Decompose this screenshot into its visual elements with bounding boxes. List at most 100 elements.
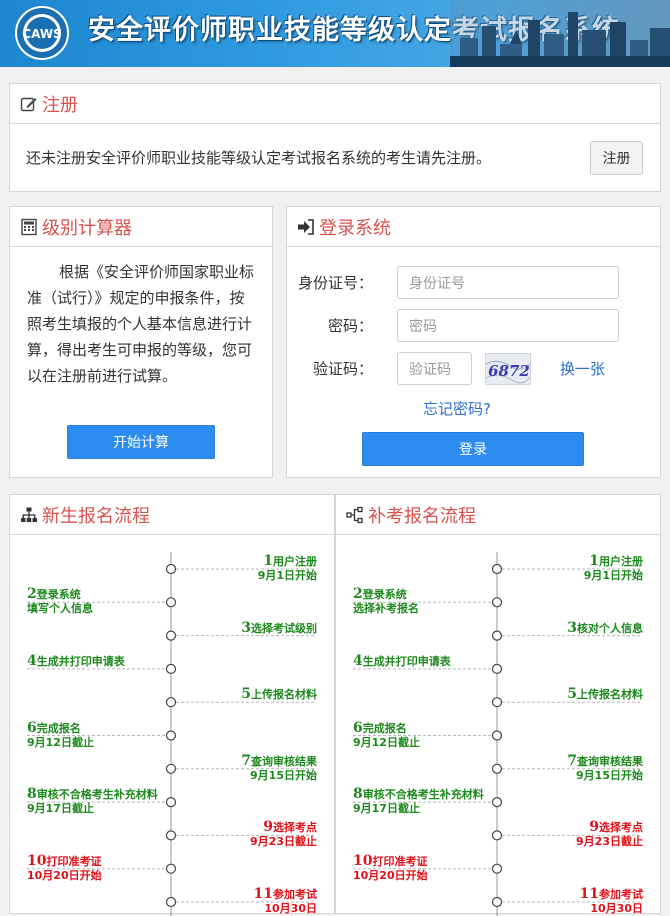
flow-step-number: 2: [353, 586, 363, 603]
flow-step-label: 选择考点: [273, 821, 317, 835]
flow-step-number: 2: [27, 586, 37, 603]
flow-step-number: 10: [353, 852, 373, 869]
flow-step-number: 9: [263, 819, 273, 836]
flow-step-label: 完成报名: [36, 721, 81, 735]
flow-step: 9选择考点 9月23日截止: [250, 820, 317, 849]
timeline-node: [165, 863, 177, 874]
flow-step-label: 打印准考证: [46, 854, 102, 868]
timeline-node: [491, 730, 503, 741]
register-panel-header: 注册: [10, 84, 660, 124]
flow-step-note: 10月30日: [264, 902, 317, 915]
flow-step-note: 9月15日开始: [576, 768, 643, 782]
flow-step: 1用户注册 9月1日开始: [258, 554, 317, 583]
timeline-node: [165, 830, 177, 841]
flow-step: 7查询审核结果 9月15日开始: [241, 754, 317, 783]
sitemap-icon: [21, 507, 37, 522]
flow-step: 2登录系统 填写个人信息: [27, 587, 93, 616]
flow-step-number: 11: [253, 886, 273, 902]
password-input[interactable]: 密码: [397, 309, 619, 342]
city-skyline-decoration: [450, 0, 670, 67]
flow-step: 10打印准考证 10月20日开始: [27, 854, 102, 883]
flow-step-number: 1: [589, 553, 599, 569]
start-calculate-button[interactable]: 开始计算: [67, 425, 215, 459]
flow-step: 10打印准考证 10月20日开始: [353, 854, 428, 883]
timeline-node: [491, 797, 503, 808]
login-button[interactable]: 登录: [362, 432, 584, 466]
flow-step-number: 1: [263, 553, 273, 569]
flow-step-label: 审核不合格考生补充材料: [362, 788, 484, 802]
captcha-label: 验证码：: [312, 360, 373, 378]
new-flow-timeline: 1用户注册 9月1日开始 2登录系统 填写个人信息 3选择考试级别 4生成并打印申请表 5上…: [10, 536, 334, 916]
timeline-node: [165, 663, 177, 674]
captcha-input[interactable]: 验证码: [397, 352, 472, 385]
timeline-node: [165, 563, 177, 575]
flow-step: 9选择考点 9月23日截止: [576, 820, 643, 849]
flow-step-number: 5: [567, 686, 577, 703]
flow-step-label: 参加考试: [599, 888, 643, 901]
flow-step: 7查询审核结果 9月15日开始: [567, 754, 643, 783]
flow-step-label: 核对个人信息: [577, 621, 643, 635]
calculator-panel-header: 级别计算器: [10, 207, 272, 247]
captcha-image[interactable]: 6872: [485, 352, 531, 385]
flow-step-label: 生成并打印申请表: [362, 654, 451, 668]
register-message: 还未注册安全评价师职业技能等级认定考试报名系统的考生请先注册。: [26, 149, 492, 167]
flow-step-number: 3: [241, 619, 251, 636]
flow-step-note: 9月15日开始: [250, 768, 317, 782]
flow-step-label: 选择考试级别: [251, 621, 317, 635]
register-panel: 注册 还未注册安全评价师职业技能等级认定考试报名系统的考生请先注册。 注册: [9, 83, 661, 192]
flow-step-label: 审核不合格考生补充材料: [36, 788, 158, 802]
forgot-password-link[interactable]: 忘记密码?: [423, 398, 491, 419]
refresh-captcha-link[interactable]: 换一张: [560, 358, 605, 379]
flow-step-note: 10月20日开始: [27, 868, 102, 882]
timeline-node: [491, 597, 503, 608]
flow-step-note: 10月20日开始: [353, 868, 428, 882]
flow-step-number: 7: [567, 752, 577, 769]
timeline-node: [491, 763, 503, 774]
timeline-node: [491, 563, 503, 575]
login-panel-header: 登录系统: [287, 207, 660, 247]
flow-step-label: 完成报名: [362, 721, 407, 735]
makeup-flow-title: 补考报名流程: [368, 505, 476, 527]
edit-icon: [20, 97, 37, 111]
flow-step-number: 6: [353, 719, 363, 736]
timeline-node: [165, 896, 177, 908]
flow-step-label: 用户注册: [599, 555, 643, 568]
flow-step: 8审核不合格考生补充材料 9月17日截止: [27, 787, 158, 816]
flow-step-label: 登录系统: [36, 588, 81, 602]
timeline-node: [165, 697, 177, 708]
timeline-node: [165, 730, 177, 741]
timeline-node: [165, 797, 177, 808]
flow-step-note: 9月12日截止: [353, 735, 420, 749]
flow-step: 6完成报名 9月12日截止: [353, 721, 420, 750]
register-button[interactable]: 注册: [590, 140, 643, 175]
flow-step-number: 11: [579, 886, 599, 902]
id-number-input[interactable]: 身份证号: [397, 266, 619, 299]
new-registration-flow-panel: 新生报名流程 1用户注册 9月1日开始 2登录系统 填写个人信息 3选择考试级别 4生成并…: [9, 494, 335, 916]
makeup-registration-flow-panel: 补考报名流程 1用户注册 9月1日开始 2登录系统 选择补考报名 3核对个人信息 4生成并…: [335, 494, 661, 916]
captcha-text: 6872: [488, 362, 530, 380]
flow-step-note: 选择补考报名: [353, 602, 419, 616]
makeup-flow-timeline: 1用户注册 9月1日开始 2登录系统 选择补考报名 3核对个人信息 4生成并打印申请表 5上…: [336, 536, 660, 916]
flow-step-label: 上传报名材料: [577, 688, 643, 702]
flow-step-note: 9月17日截止: [353, 802, 420, 816]
flow-step-label: 参加考试: [273, 888, 317, 901]
flow-step-note: 填写个人信息: [27, 602, 93, 616]
login-panel: 登录系统 身份证号： 身份证号 密码： 密码 验证码： 验证码 6872 换一张…: [286, 206, 661, 478]
timeline-node: [491, 663, 503, 674]
flow-step-number: 8: [353, 786, 363, 803]
flow-step: 11参加考试 10月30日: [254, 887, 317, 916]
caws-logo: CAWS: [15, 6, 69, 60]
flow-step-note: 9月1日开始: [257, 569, 317, 582]
flow-step-number: 4: [27, 652, 37, 669]
flow-step: 1用户注册 9月1日开始: [584, 554, 643, 583]
flow-step-number: 9: [589, 819, 599, 836]
password-label: 密码：: [327, 317, 373, 335]
header-banner: CAWS 安全评价师职业技能等级认定考试报名系统: [0, 0, 670, 67]
register-panel-title: 注册: [42, 94, 78, 116]
flow-step-note: 9月23日截止: [576, 835, 643, 849]
logo-text: CAWS: [22, 27, 61, 41]
sign-in-icon: [298, 218, 314, 235]
flow-step-label: 查询审核结果: [251, 754, 317, 768]
flow-step-number: 6: [27, 719, 37, 736]
timeline-node: [165, 763, 177, 774]
